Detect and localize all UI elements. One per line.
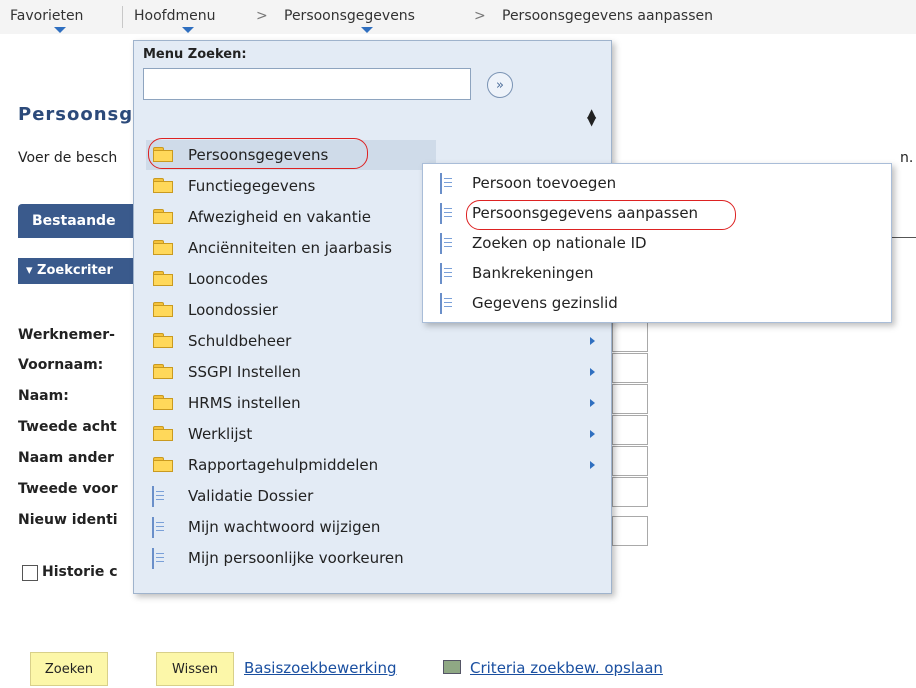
breadcrumb-separator: >	[474, 8, 486, 24]
breadcrumb-dropdown-icon[interactable]	[361, 27, 373, 33]
clear-button[interactable]: Wissen	[156, 652, 234, 686]
document-icon	[440, 293, 452, 314]
document-icon	[152, 486, 164, 507]
history-checkbox[interactable]	[22, 565, 38, 581]
search-button[interactable]: Zoeken	[30, 652, 108, 686]
document-icon	[440, 263, 452, 284]
second-first-name-input[interactable]	[612, 477, 648, 507]
menu-item[interactable]: SSGPI Instellen	[146, 357, 606, 387]
submenu-item-label: Gegevens gezinslid	[472, 294, 618, 312]
breadcrumb-current-page: Persoonsgegevens aanpassen	[502, 8, 713, 24]
annotation-circle	[466, 200, 736, 230]
field-label-employee-id: Werknemer-	[18, 327, 115, 343]
menu-item[interactable]: HRMS instellen	[146, 388, 606, 418]
favorites-dropdown-icon[interactable]	[54, 27, 66, 33]
menu-item[interactable]: Werklijst	[146, 419, 606, 449]
save-icon	[443, 660, 461, 674]
field-label-second-first-name: Tweede voor	[18, 481, 118, 497]
submenu-item-label: Bankrekeningen	[472, 264, 594, 282]
save-criteria-link[interactable]: Criteria zoekbew. opslaan	[470, 659, 663, 677]
document-icon	[440, 203, 452, 224]
menu-item[interactable]: Rapportagehulpmiddelen	[146, 450, 606, 480]
field-label-last-name: Naam:	[18, 388, 69, 404]
alternate-name-input[interactable]	[612, 446, 648, 476]
new-identifier-input[interactable]	[612, 516, 648, 546]
document-icon	[152, 548, 164, 569]
menu-item[interactable]: Schuldbeheer	[146, 326, 606, 356]
submenu-arrow-icon	[590, 368, 595, 376]
first-name-input[interactable]	[612, 353, 648, 383]
submenu-arrow-icon	[590, 399, 595, 407]
menu-search-input[interactable]	[143, 68, 471, 100]
submenu-item-label: Persoon toevoegen	[472, 174, 617, 192]
page-description: Voer de besch	[18, 150, 118, 166]
nav-main-menu[interactable]: Hoofdmenu	[134, 8, 215, 24]
document-icon	[440, 173, 452, 194]
document-icon	[440, 233, 452, 254]
submenu-item[interactable]: Persoon toevoegen	[440, 170, 880, 198]
menu-item-label: Loondossier	[188, 301, 278, 319]
nav-favorites[interactable]: Favorieten	[10, 8, 83, 24]
menu-item-label: Rapportagehulpmiddelen	[188, 456, 379, 474]
menu-item-label: Schuldbeheer	[188, 332, 292, 350]
field-label-alternate-name: Naam ander	[18, 450, 114, 466]
submenu-item[interactable]: Bankrekeningen	[440, 260, 880, 288]
breadcrumb-separator: >	[256, 8, 268, 24]
annotation-circle	[148, 138, 368, 169]
submenu-arrow-icon	[590, 461, 595, 469]
page-title: Persoonsg	[18, 104, 134, 125]
menu-item-label: Validatie Dossier	[188, 487, 314, 505]
menu-item-label: HRMS instellen	[188, 394, 301, 412]
menu-item-label: Anciënniteiten en jaarbasis	[188, 239, 392, 257]
second-last-name-input[interactable]	[612, 415, 648, 445]
menu-sort-icon[interactable]: ▲ ▼	[587, 107, 596, 127]
menu-item-label: Mijn persoonlijke voorkeuren	[188, 549, 404, 567]
submenu-item-label: Zoeken op nationale ID	[472, 234, 647, 252]
document-icon	[152, 517, 164, 538]
page-description-end: n.	[900, 150, 914, 166]
main-menu-dropdown-icon[interactable]	[182, 27, 194, 33]
submenu-item[interactable]: Zoeken op nationale ID	[440, 230, 880, 258]
employee-id-input[interactable]	[612, 322, 648, 352]
menu-item-label: Functiegegevens	[188, 177, 316, 195]
basic-search-link[interactable]: Basiszoekbewerking	[244, 659, 397, 677]
menu-item-label: Looncodes	[188, 270, 268, 288]
menu-item-label: Afwezigheid en vakantie	[188, 208, 371, 226]
field-label-first-name: Voornaam:	[18, 357, 104, 373]
menu-item[interactable]: Mijn persoonlijke voorkeuren	[146, 543, 606, 573]
submenu-arrow-icon	[590, 430, 595, 438]
breadcrumb-persoonsgegevens[interactable]: Persoonsgegevens	[284, 8, 415, 24]
menu-item-label: SSGPI Instellen	[188, 363, 301, 381]
field-label-second-last-name: Tweede acht	[18, 419, 117, 435]
field-label-new-identifier: Nieuw identi	[18, 512, 118, 528]
menu-search-label: Menu Zoeken:	[143, 47, 247, 62]
menu-item[interactable]: Mijn wachtwoord wijzigen	[146, 512, 606, 542]
menu-item[interactable]: Validatie Dossier	[146, 481, 606, 511]
last-name-input[interactable]	[612, 384, 648, 414]
top-navigation-bar: Favorieten Hoofdmenu > Persoonsgegevens …	[0, 0, 916, 34]
menu-search-go-icon[interactable]: »	[487, 72, 513, 98]
history-checkbox-label: Historie c	[42, 564, 118, 580]
nav-divider	[122, 6, 123, 28]
submenu-item[interactable]: Gegevens gezinslid	[440, 290, 880, 318]
menu-item-label: Mijn wachtwoord wijzigen	[188, 518, 381, 536]
submenu-arrow-icon	[590, 337, 595, 345]
menu-item-label: Werklijst	[188, 425, 253, 443]
